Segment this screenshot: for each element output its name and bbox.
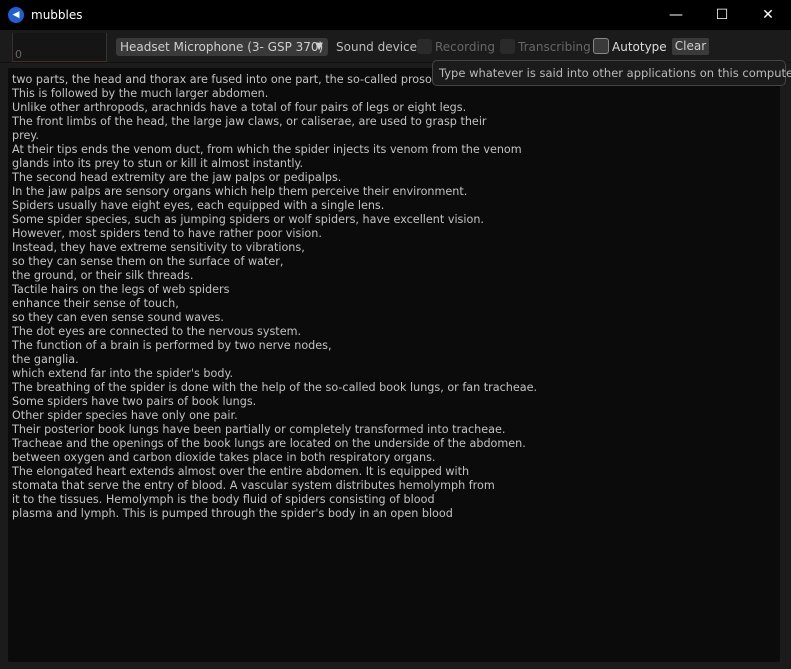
transcript-line: The breathing of the spider is done with… xyxy=(12,381,538,394)
autotype-tooltip: Type whatever is said into other applica… xyxy=(432,60,791,86)
transcript-line: plasma and lymph. This is pumped through… xyxy=(12,507,453,520)
transcript-line: Other spider species have only one pair. xyxy=(12,409,238,422)
audio-level-meter: 0 xyxy=(12,33,107,62)
transcript-line: so they can even sense sound waves. xyxy=(12,311,224,324)
transcript-line: Unlike other arthropods, arachnids have … xyxy=(12,101,467,114)
autotype-checkbox[interactable] xyxy=(593,38,609,54)
transcript-line: Instead, they have extreme sensitivity t… xyxy=(12,241,305,254)
recording-checkbox xyxy=(417,39,432,54)
chevron-down-icon: ▼ xyxy=(315,41,323,52)
transcript-line: Tactile hairs on the legs of web spiders xyxy=(12,283,230,296)
close-button[interactable]: ✕ xyxy=(745,0,791,30)
clear-button[interactable]: Clear xyxy=(672,38,709,55)
transcript-line: Some spiders have two pairs of book lung… xyxy=(12,395,257,408)
transcript-line: The dot eyes are connected to the nervou… xyxy=(12,325,302,338)
title-bar: ◀ mubbles — ☐ ✕ xyxy=(0,0,791,30)
transcript-line: the ground, or their silk threads. xyxy=(12,269,194,282)
transcript-line: between oxygen and carbon dioxide takes … xyxy=(12,451,436,464)
transcript-line: so they can sense them on the surface of… xyxy=(12,255,284,268)
autotype-label[interactable]: Autotype xyxy=(612,39,667,55)
transcript-line: At their tips ends the venom duct, from … xyxy=(12,143,522,156)
window-title: mubbles xyxy=(31,8,83,22)
transcript-line: prey. xyxy=(12,129,39,142)
transcript-line: Tracheae and the openings of the book lu… xyxy=(12,437,526,450)
transcript-line: The function of a brain is performed by … xyxy=(12,339,332,352)
recording-label: Recording xyxy=(435,40,496,54)
transcript-line: The front limbs of the head, the large j… xyxy=(12,115,487,128)
transcript-line: the ganglia. xyxy=(12,353,79,366)
transcript-text-area[interactable]: two parts, the head and thorax are fused… xyxy=(8,68,780,662)
transcript-line: The elongated heart extends almost over … xyxy=(12,465,470,478)
transcript-line: Some spider species, such as jumping spi… xyxy=(12,213,484,226)
transcript-line: The second head extremity are the jaw pa… xyxy=(12,171,342,184)
sound-device-select[interactable]: Headset Microphone (3- GSP 370) ▼ xyxy=(116,38,328,56)
transcribing-checkbox xyxy=(500,39,515,54)
transcript-line: Their posterior book lungs have been par… xyxy=(12,423,506,436)
sound-device-label: Sound device xyxy=(336,40,418,54)
transcribing-label: Transcribing xyxy=(518,40,591,54)
transcript-line: stomata that serve the entry of blood. A… xyxy=(12,479,495,492)
transcript-line: enhance their sense of touch, xyxy=(12,297,179,310)
maximize-button[interactable]: ☐ xyxy=(699,0,745,30)
transcript-line: In the jaw palps are sensory organs whic… xyxy=(12,185,468,198)
transcript-line: Spiders usually have eight eyes, each eq… xyxy=(12,199,385,212)
app-logo-icon: ◀ xyxy=(8,7,24,23)
minimize-button[interactable]: — xyxy=(653,0,699,30)
toolbar: 0 Headset Microphone (3- GSP 370) ▼ Sound… xyxy=(0,30,791,63)
transcript-line: which extend far into the spider's body. xyxy=(12,367,234,380)
transcript-line: However, most spiders tend to have rathe… xyxy=(12,227,322,240)
transcript-line: it to the tissues. Hemolymph is the body… xyxy=(12,493,435,506)
transcript-line: This is followed by the much larger abdo… xyxy=(12,87,269,100)
selected-device: Headset Microphone (3- GSP 370) xyxy=(120,40,324,54)
transcript-line: glands into its prey to stun or kill it … xyxy=(12,157,304,170)
level-value: 0 xyxy=(15,48,22,61)
